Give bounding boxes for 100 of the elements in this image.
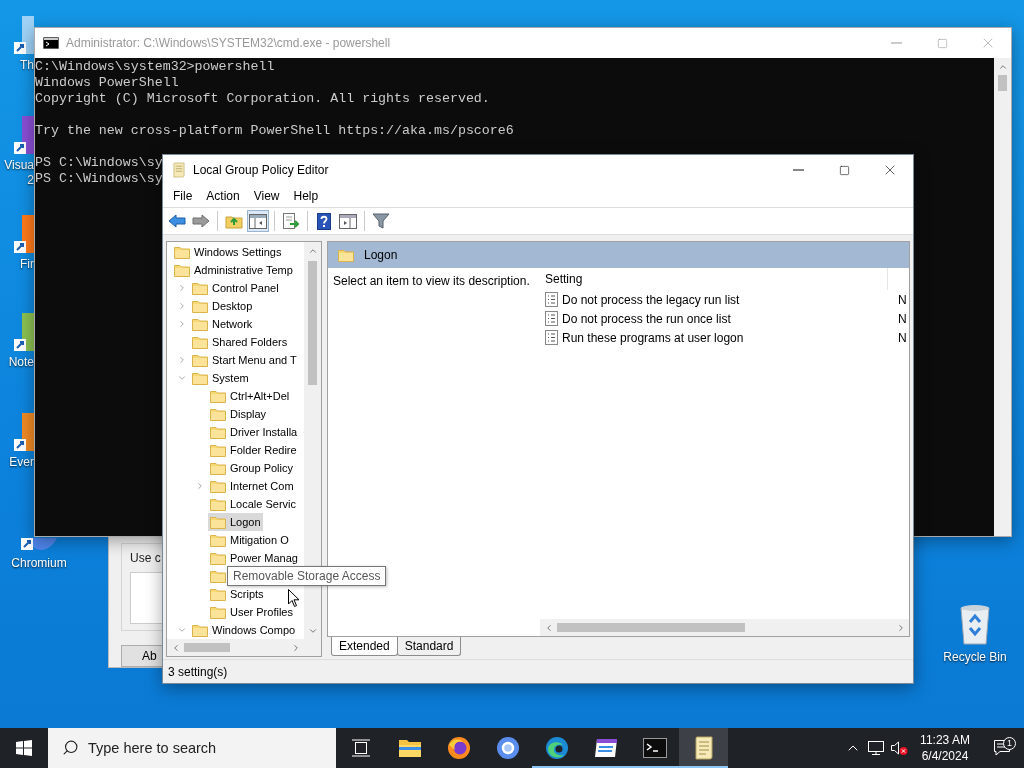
console-line: PS C:\Windows\sy — [35, 154, 163, 171]
policy-setting-icon — [545, 330, 558, 345]
folder-icon — [210, 479, 226, 493]
menu-item[interactable]: Help — [286, 187, 326, 205]
status-bar: 3 setting(s) — [163, 659, 913, 683]
scrollbar-thumb[interactable] — [308, 261, 317, 385]
folder-icon — [210, 533, 226, 547]
expand-toggle-icon[interactable] — [177, 300, 187, 312]
tooltip: Removable Storage Access — [227, 566, 387, 586]
tree-item[interactable]: Power Manag — [208, 549, 300, 567]
menu-item[interactable]: Action — [199, 187, 247, 205]
folder-icon — [338, 248, 354, 262]
folder-icon — [174, 263, 190, 277]
task-view-icon — [350, 739, 371, 757]
tree-item[interactable]: Mitigation O — [208, 531, 291, 549]
back-arrow-icon — [168, 214, 186, 228]
muted-speaker-icon[interactable] — [889, 740, 908, 756]
folder-icon — [210, 551, 226, 565]
terminal-icon — [642, 738, 667, 758]
tree-item[interactable]: Internet Com — [208, 477, 296, 495]
tree-item[interactable]: Shared Folders — [190, 333, 290, 351]
tree-item[interactable]: Logon — [208, 513, 263, 531]
tree-item[interactable]: Driver Installa — [208, 423, 300, 441]
horizontal-scrollbar[interactable] — [540, 619, 909, 636]
notification-button[interactable]: 1 — [980, 737, 1024, 759]
tree-item[interactable]: Desktop — [190, 297, 255, 315]
tree-item[interactable]: Folder Redire — [208, 441, 299, 459]
list-box[interactable] — [130, 572, 163, 624]
setting-item[interactable]: Do not process the legacy run list — [545, 290, 888, 309]
minimize-icon — [890, 42, 902, 44]
windows-logo-icon — [16, 740, 32, 756]
tree-item[interactable]: User Profiles — [208, 603, 295, 621]
desktop-shortcut[interactable]: Ever — [0, 413, 34, 470]
folder-icon — [210, 461, 226, 475]
tree-item[interactable]: Ctrl+Alt+Del — [208, 387, 292, 405]
folder-icon — [192, 623, 208, 637]
maximize-icon — [936, 37, 948, 49]
setting-item[interactable]: Run these programs at user logon — [545, 328, 888, 347]
tree-item[interactable]: Control Panel — [190, 279, 281, 297]
tree-item[interactable]: Windows Settings — [172, 243, 284, 261]
tree-item[interactable]: Scripts — [208, 585, 266, 603]
tree-item[interactable]: Administrative Temp — [172, 261, 295, 279]
folder-icon — [210, 389, 226, 403]
console-line: C:\Windows\system32>powershell — [35, 59, 275, 75]
tree-item[interactable]: Network — [190, 315, 255, 333]
toolbar-button[interactable] — [280, 210, 302, 232]
folder-icon — [192, 335, 208, 349]
filter-icon — [372, 213, 390, 229]
menu-item[interactable]: File — [166, 187, 200, 205]
tree-item[interactable]: Display — [208, 405, 269, 423]
console-line: Try the new cross-platform PowerShell https://aka.ms/pscore6 — [35, 122, 514, 139]
horizontal-scrollbar[interactable] — [167, 639, 321, 656]
folder-icon — [210, 569, 226, 583]
folder-icon — [210, 515, 226, 529]
table-cell-text: N — [897, 311, 907, 326]
menu-item[interactable]: View — [246, 187, 287, 205]
taskbar-app-button[interactable] — [679, 728, 728, 768]
toolbar-button[interactable] — [370, 210, 392, 232]
policy-setting-icon — [545, 311, 558, 326]
mouse-pointer-icon — [288, 589, 300, 608]
policy-setting-icon — [545, 292, 558, 307]
tree-item[interactable]: Locale Servic — [208, 495, 299, 513]
expand-toggle-icon[interactable] — [177, 318, 187, 330]
tree-item[interactable]: Windows Compo — [190, 621, 298, 639]
desktop-shortcut[interactable]: Chromium — [3, 538, 75, 571]
column-header[interactable]: Setting — [545, 268, 888, 290]
clock[interactable]: 11:23 AM 6/4/2024 — [910, 732, 980, 764]
tree-item[interactable]: System — [190, 369, 251, 387]
expand-toggle-icon[interactable] — [177, 282, 187, 294]
export-list-icon — [282, 213, 300, 229]
view-tab[interactable]: Standard — [396, 637, 462, 656]
search-icon — [62, 739, 79, 756]
dialog-button[interactable]: Ab — [121, 645, 163, 667]
vertical-scrollbar[interactable] — [994, 58, 1011, 536]
expand-toggle-icon[interactable] — [177, 354, 187, 366]
folder-icon — [192, 317, 208, 331]
folder-icon — [210, 407, 226, 421]
scrollbar-thumb[interactable] — [998, 75, 1007, 91]
tree-item[interactable]: Group Policy — [208, 459, 295, 477]
folder-icon — [397, 738, 422, 758]
desktop-shortcut[interactable]: Recycle Bin — [935, 602, 1015, 665]
setting-item[interactable]: Do not process the run once list — [545, 309, 888, 328]
network-icon[interactable] — [866, 740, 885, 756]
desktop-shortcut[interactable]: Note — [0, 313, 34, 370]
scrollbar-thumb[interactable] — [557, 623, 745, 632]
view-tab[interactable]: Extended — [331, 637, 398, 656]
expand-toggle-icon[interactable] — [195, 480, 205, 492]
description-text: Select an item to view its description. — [332, 273, 531, 290]
scrollbar-thumb[interactable] — [184, 643, 230, 652]
desktop-shortcut[interactable]: Fir — [0, 215, 34, 272]
toolbar-button[interactable] — [247, 210, 269, 232]
folder-icon — [192, 281, 208, 295]
console-line: PS C:\Windows\sy — [35, 171, 163, 187]
group-label: Use c — [130, 551, 161, 565]
console-line: Windows PowerShell — [35, 75, 179, 91]
search-field[interactable]: Type here to search — [48, 728, 336, 768]
folder-icon — [210, 443, 226, 457]
document-icon — [692, 736, 715, 760]
tree-item[interactable]: Start Menu and T — [190, 351, 299, 369]
properties-icon — [339, 213, 357, 229]
